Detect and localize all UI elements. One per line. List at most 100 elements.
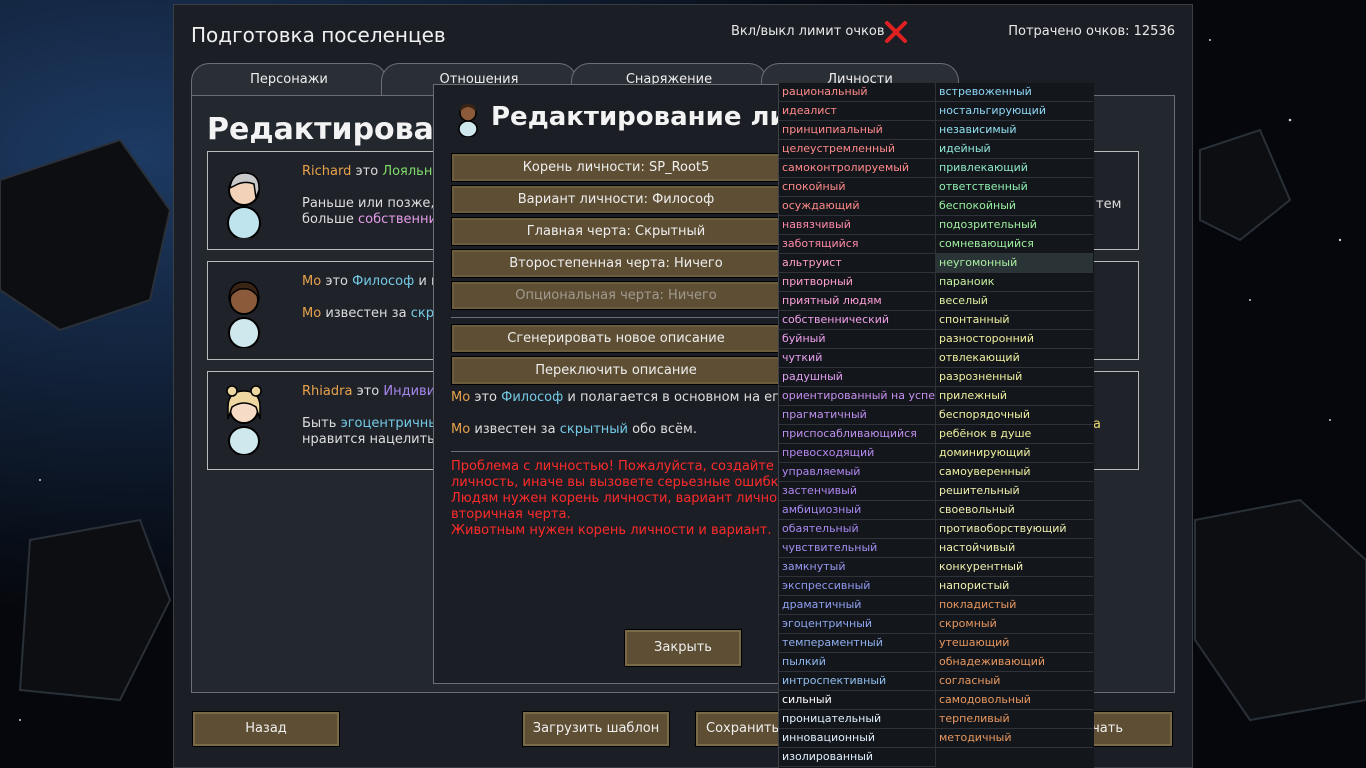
trait-option[interactable]: независимый bbox=[936, 121, 1093, 140]
trait-option[interactable]: целеустремленный bbox=[779, 140, 936, 159]
trait-option[interactable]: веселый bbox=[936, 292, 1093, 311]
trait-option[interactable]: ребёнок в душе bbox=[936, 425, 1093, 444]
trait-option[interactable]: управляемый bbox=[779, 463, 936, 482]
trait-option[interactable]: амбициозный bbox=[779, 501, 936, 520]
trait-option[interactable]: настойчивый bbox=[936, 539, 1093, 558]
load-template-button[interactable]: Загрузить шаблон bbox=[522, 711, 670, 747]
card-is: это bbox=[356, 384, 380, 399]
divider bbox=[451, 451, 781, 452]
trait-option[interactable]: обнадеживающий bbox=[936, 653, 1093, 672]
trait-option[interactable]: отвлекающий bbox=[936, 349, 1093, 368]
trait-option[interactable]: встревоженный bbox=[936, 83, 1093, 102]
trait-option[interactable]: разносторонний bbox=[936, 330, 1093, 349]
trait-option[interactable]: драматичный bbox=[779, 596, 936, 615]
desc-trait: скрытный bbox=[559, 422, 629, 437]
trait-option[interactable]: методичный bbox=[936, 729, 1093, 748]
trait-option[interactable]: спокойный bbox=[779, 178, 936, 197]
trait-option[interactable]: неугомонный bbox=[936, 254, 1093, 273]
card-desc-fragment: а bbox=[1093, 417, 1101, 432]
trait-option[interactable]: идеалист bbox=[779, 102, 936, 121]
trait-option[interactable]: напористый bbox=[936, 577, 1093, 596]
trait-option[interactable]: терпеливый bbox=[936, 710, 1093, 729]
trait-option[interactable]: изолированный bbox=[779, 748, 936, 767]
trait-option[interactable]: интроспективный bbox=[779, 672, 936, 691]
trait-option[interactable]: скромный bbox=[936, 615, 1093, 634]
trait-option[interactable]: замкнутый bbox=[779, 558, 936, 577]
trait-option[interactable]: самодовольный bbox=[936, 691, 1093, 710]
trait-option[interactable]: спонтанный bbox=[936, 311, 1093, 330]
trait-option[interactable]: инновационный bbox=[779, 729, 936, 748]
trait-option[interactable]: буйный bbox=[779, 330, 936, 349]
trait-option[interactable]: осуждающий bbox=[779, 197, 936, 216]
trait-option[interactable]: согласный bbox=[936, 672, 1093, 691]
trait-option[interactable]: пылкий bbox=[779, 653, 936, 672]
trait-option[interactable]: решительный bbox=[936, 482, 1093, 501]
trait-option[interactable]: притворный bbox=[779, 273, 936, 292]
trait-option[interactable]: сомневающийся bbox=[936, 235, 1093, 254]
desc-is: это bbox=[474, 390, 497, 405]
trait-option[interactable]: рациональный bbox=[779, 83, 936, 102]
trait-option[interactable]: параноик bbox=[936, 273, 1093, 292]
trait-option[interactable]: альтруист bbox=[779, 254, 936, 273]
trait-option[interactable]: превосходящий bbox=[779, 444, 936, 463]
colonist-avatar-mo bbox=[228, 281, 260, 348]
trait-option[interactable]: доминирующий bbox=[936, 444, 1093, 463]
trait-option[interactable]: обаятельный bbox=[779, 520, 936, 539]
divider bbox=[451, 317, 781, 318]
trait-option[interactable]: приятный людям bbox=[779, 292, 936, 311]
trait-option[interactable]: разрозненный bbox=[936, 368, 1093, 387]
close-button[interactable]: Закрыть bbox=[624, 629, 742, 667]
secondary-trait-button[interactable]: Второстепенная черта: Ничего bbox=[451, 249, 781, 278]
trait-dropdown-list[interactable]: рациональный идеалист принципиальный целеус… bbox=[778, 83, 1094, 768]
trait-option[interactable]: идейный bbox=[936, 140, 1093, 159]
trait-option[interactable]: проницательный bbox=[779, 710, 936, 729]
trait-option[interactable]: покладистый bbox=[936, 596, 1093, 615]
trait-option[interactable]: приспосабливающийся bbox=[779, 425, 936, 444]
trait-option[interactable]: прагматичный bbox=[779, 406, 936, 425]
card-trait: собственнич bbox=[357, 212, 445, 227]
trait-option[interactable]: эгоцентричный bbox=[779, 615, 936, 634]
trait-option[interactable]: привлекающий bbox=[936, 159, 1093, 178]
trait-option[interactable]: застенчивый bbox=[779, 482, 936, 501]
trait-option[interactable]: заботящийся bbox=[779, 235, 936, 254]
card-name: Мо bbox=[302, 274, 322, 289]
card-desc-line: нравится нацелить bbox=[302, 432, 435, 447]
card-desc-line: Раньше или позже, bbox=[302, 196, 435, 211]
trait-option[interactable]: чувствительный bbox=[779, 539, 936, 558]
trait-option[interactable]: утешающий bbox=[936, 634, 1093, 653]
trait-option[interactable]: самоуверенный bbox=[936, 463, 1093, 482]
switch-description-button[interactable]: Переключить описание bbox=[451, 356, 781, 385]
trait-option[interactable]: беспокойный bbox=[936, 197, 1093, 216]
desc-rest: обо всём. bbox=[632, 422, 697, 437]
trait-option[interactable]: самоконтролируемый bbox=[779, 159, 936, 178]
trait-option[interactable]: экспрессивный bbox=[779, 577, 936, 596]
points-limit-toggle-label: Вкл/выкл лимит очков bbox=[731, 24, 885, 39]
trait-option[interactable]: сильный bbox=[779, 691, 936, 710]
trait-option[interactable]: принципиальный bbox=[779, 121, 936, 140]
trait-option[interactable]: своевольный bbox=[936, 501, 1093, 520]
main-trait-button[interactable]: Главная черта: Скрытный bbox=[451, 217, 781, 246]
trait-option[interactable]: чуткий bbox=[779, 349, 936, 368]
optional-trait-button[interactable]: Опциональная черта: Ничего bbox=[451, 281, 781, 310]
back-button[interactable]: Назад bbox=[192, 711, 340, 747]
trait-option[interactable]: подозрительный bbox=[936, 216, 1093, 235]
trait-option[interactable]: собственнический bbox=[779, 311, 936, 330]
trait-option[interactable]: радушный bbox=[779, 368, 936, 387]
close-x-icon[interactable] bbox=[884, 20, 908, 44]
generate-description-button[interactable]: Сгенерировать новое описание bbox=[451, 324, 781, 353]
trait-option[interactable]: ностальгирующий bbox=[936, 102, 1093, 121]
trait-option[interactable]: беспорядочный bbox=[936, 406, 1093, 425]
personality-root-button[interactable]: Корень личности: SP_Root5 bbox=[451, 153, 781, 182]
card-trait: скр bbox=[410, 306, 434, 321]
trait-option[interactable]: темпераментный bbox=[779, 634, 936, 653]
error-line: Людям нужен корень личности, вариант лич… bbox=[451, 491, 792, 506]
tab-characters[interactable]: Персонажи bbox=[191, 63, 387, 97]
trait-option[interactable]: навязчивый bbox=[779, 216, 936, 235]
card-is: это bbox=[325, 274, 348, 289]
trait-option[interactable]: противоборствующий bbox=[936, 520, 1093, 539]
trait-option[interactable]: ориентированный на успех bbox=[779, 387, 936, 406]
trait-option[interactable]: ответственный bbox=[936, 178, 1093, 197]
personality-variant-button[interactable]: Вариант личности: Философ bbox=[451, 185, 781, 214]
trait-option[interactable]: конкурентный bbox=[936, 558, 1093, 577]
trait-option[interactable]: прилежный bbox=[936, 387, 1093, 406]
